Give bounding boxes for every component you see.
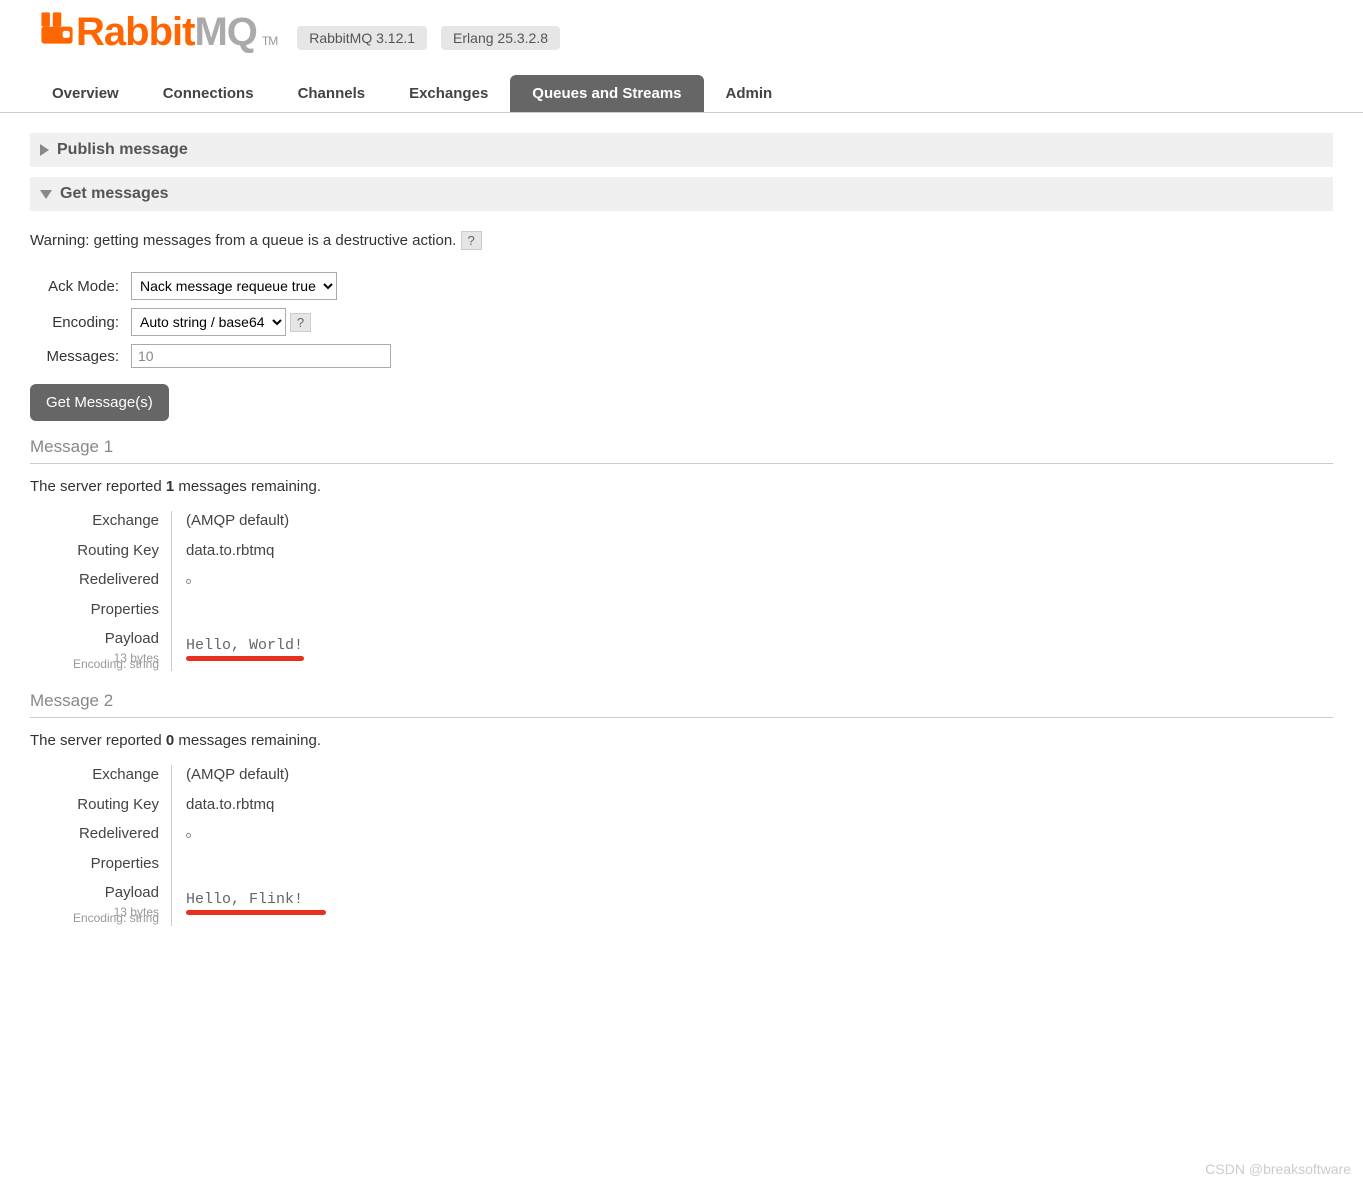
nav-tabs: Overview Connections Channels Exchanges …: [0, 75, 1363, 113]
watermark: CSDN @breaksoftware: [1205, 1161, 1351, 1177]
messages-input[interactable]: [131, 344, 391, 368]
tab-channels[interactable]: Channels: [276, 75, 388, 112]
version-badges: RabbitMQ 3.12.1 Erlang 25.3.2.8: [297, 26, 560, 50]
messages-label: Messages:: [30, 340, 125, 372]
rabbitmq-version-badge: RabbitMQ 3.12.1: [297, 26, 427, 50]
help-icon[interactable]: ?: [461, 231, 482, 250]
rabbitmq-logo-icon: [40, 11, 74, 55]
payload-value: Hello, World!: [186, 637, 1333, 654]
redelivered-circle-icon: [186, 579, 191, 584]
payload-encoding: Encoding: string: [30, 657, 159, 671]
exchange-label: Exchange: [30, 511, 159, 531]
routing-key-value: data.to.rbtmq: [186, 795, 1333, 815]
routing-key-value: data.to.rbtmq: [186, 541, 1333, 561]
redelivered-value: [186, 571, 1333, 591]
divider: [30, 717, 1333, 718]
redelivered-label: Redelivered: [30, 570, 159, 590]
redelivered-circle-icon: [186, 833, 191, 838]
publish-section-header[interactable]: Publish message: [30, 133, 1333, 167]
tab-queues[interactable]: Queues and Streams: [510, 75, 703, 112]
properties-label: Properties: [30, 600, 159, 620]
tab-admin[interactable]: Admin: [704, 75, 795, 112]
red-underline-annotation: [186, 656, 304, 661]
logo-text-rabbit: Rabbit: [76, 10, 194, 55]
header: RabbitMQ TM RabbitMQ 3.12.1 Erlang 25.3.…: [0, 0, 1363, 60]
payload-value: Hello, Flink!: [186, 891, 1333, 908]
message-2-remaining: The server reported 0 messages remaining…: [30, 732, 1333, 749]
ack-mode-select[interactable]: Nack message requeue true: [131, 272, 337, 300]
message-1-title: Message 1: [30, 437, 1333, 459]
caret-right-icon: [40, 144, 49, 156]
logo-text-mq: MQ: [194, 10, 256, 55]
encoding-help-icon[interactable]: ?: [290, 313, 311, 332]
message-2-details: Exchange Routing Key Redelivered Propert…: [30, 765, 1333, 925]
ack-mode-label: Ack Mode:: [30, 268, 125, 304]
properties-label: Properties: [30, 854, 159, 874]
message-1-details: Exchange Routing Key Redelivered Propert…: [30, 511, 1333, 671]
logo[interactable]: RabbitMQ TM: [40, 10, 277, 55]
erlang-version-badge: Erlang 25.3.2.8: [441, 26, 560, 50]
warning-text: Warning: getting messages from a queue i…: [30, 231, 1333, 250]
red-underline-annotation: [186, 910, 326, 915]
encoding-select[interactable]: Auto string / base64: [131, 308, 286, 336]
get-messages-button[interactable]: Get Message(s): [30, 384, 169, 421]
payload-encoding: Encoding: string: [30, 911, 159, 925]
message-2-title: Message 2: [30, 691, 1333, 713]
get-messages-form: Ack Mode: Nack message requeue true Enco…: [30, 268, 397, 372]
tab-connections[interactable]: Connections: [141, 75, 276, 112]
tab-overview[interactable]: Overview: [30, 75, 141, 112]
get-section-title: Get messages: [60, 185, 169, 203]
publish-section-title: Publish message: [57, 141, 188, 159]
encoding-label: Encoding:: [30, 304, 125, 340]
tab-exchanges[interactable]: Exchanges: [387, 75, 510, 112]
payload-label: Payload: [30, 629, 159, 649]
routing-key-label: Routing Key: [30, 795, 159, 815]
redelivered-value: [186, 825, 1333, 845]
divider: [30, 463, 1333, 464]
message-1-labels: Exchange Routing Key Redelivered Propert…: [30, 511, 172, 671]
message-1-remaining: The server reported 1 messages remaining…: [30, 478, 1333, 495]
message-1-values: (AMQP default) data.to.rbtmq Hello, Worl…: [172, 511, 1333, 671]
message-2-labels: Exchange Routing Key Redelivered Propert…: [30, 765, 172, 925]
get-section-header[interactable]: Get messages: [30, 177, 1333, 211]
payload-label: Payload: [30, 883, 159, 903]
routing-key-label: Routing Key: [30, 541, 159, 561]
properties-value: [186, 601, 1333, 621]
exchange-value: (AMQP default): [186, 765, 1333, 785]
content: Publish message Get messages Warning: ge…: [0, 113, 1363, 946]
exchange-label: Exchange: [30, 765, 159, 785]
caret-down-icon: [40, 190, 52, 199]
message-2-values: (AMQP default) data.to.rbtmq Hello, Flin…: [172, 765, 1333, 925]
redelivered-label: Redelivered: [30, 824, 159, 844]
logo-tm: TM: [262, 34, 277, 48]
exchange-value: (AMQP default): [186, 511, 1333, 531]
properties-value: [186, 855, 1333, 875]
